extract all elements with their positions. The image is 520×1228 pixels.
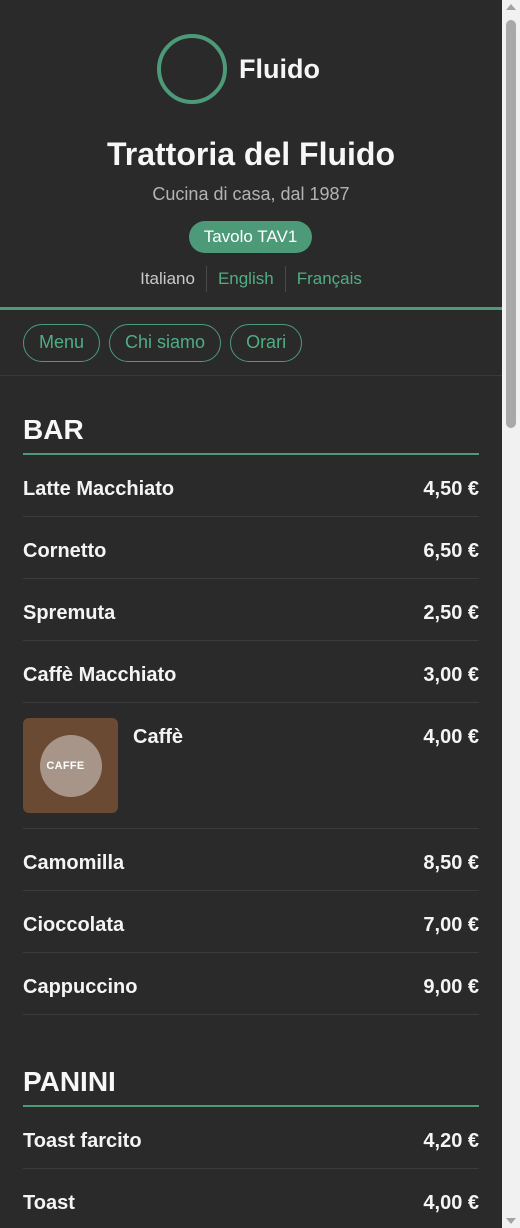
item-price: 3,00 €: [423, 664, 479, 686]
brand-name: Fluido: [239, 53, 320, 84]
vertical-scrollbar[interactable]: [502, 0, 520, 1228]
item-price: 8,50 €: [423, 852, 479, 874]
lang-italiano[interactable]: Italiano: [129, 266, 206, 292]
nav-menu-button[interactable]: Menu: [23, 323, 101, 362]
section-nav: Menu Chi siamo Orari: [0, 310, 502, 376]
item-price: 6,50 €: [423, 540, 479, 562]
logo-circle-icon: [157, 34, 227, 104]
scroll-up-arrow-icon[interactable]: [506, 4, 516, 10]
item-price: 4,50 €: [423, 478, 479, 500]
lang-francais[interactable]: Français: [284, 266, 373, 292]
restaurant-title: Trattoria del Fluido: [106, 136, 395, 172]
menu-section-panini: PANINI Toast farcito 4,20 € Toast 4,00 €: [0, 1028, 502, 1228]
menu-item[interactable]: Toast 4,00 €: [23, 1169, 479, 1228]
menu-item[interactable]: Spremuta 2,50 €: [23, 579, 479, 641]
item-name: Latte Macchiato: [23, 478, 175, 500]
menu-item[interactable]: Cioccolata 7,00 €: [23, 891, 479, 953]
menu-item[interactable]: CAFFE Caffè 4,00 €: [23, 703, 479, 829]
brand-logo: Fluido: [157, 34, 320, 104]
item-name: Toast farcito: [23, 1130, 142, 1152]
item-photo[interactable]: CAFFE: [23, 718, 118, 813]
language-switcher: Italiano English Français: [0, 266, 502, 292]
section-title: PANINI: [23, 1028, 479, 1107]
item-name: Caffè: [133, 726, 184, 748]
menu-item[interactable]: Caffè Macchiato 3,00 €: [23, 641, 479, 703]
item-name: Toast: [23, 1192, 75, 1214]
item-price: 7,00 €: [423, 914, 479, 936]
table-badge: Tavolo TAV1: [189, 221, 312, 253]
nav-orari-button[interactable]: Orari: [230, 323, 303, 362]
item-price: 2,50 €: [423, 602, 479, 624]
item-name: Spremuta: [23, 602, 116, 624]
restaurant-subtitle: Cucina di casa, dal 1987: [152, 184, 350, 204]
menu-item[interactable]: Toast farcito 4,20 €: [23, 1107, 479, 1169]
menu-item[interactable]: Camomilla 8,50 €: [23, 829, 479, 891]
item-name: Caffè Macchiato: [23, 664, 177, 686]
item-price: 4,00 €: [423, 726, 479, 748]
menu-item[interactable]: Cappuccino 9,00 €: [23, 953, 479, 1015]
scroll-thumb[interactable]: [506, 20, 516, 428]
item-name: Cioccolata: [23, 914, 125, 936]
menu-section-bar: BAR Latte Macchiato 4,50 € Cornetto 6,50…: [0, 376, 502, 1015]
item-price: 4,20 €: [423, 1130, 479, 1152]
item-name: Cappuccino: [23, 976, 138, 998]
item-price: 9,00 €: [423, 976, 479, 998]
item-name: Camomilla: [23, 852, 125, 874]
item-name: Cornetto: [23, 540, 107, 562]
menu-item[interactable]: Cornetto 6,50 €: [23, 517, 479, 579]
restaurant-header: Fluido Trattoria del Fluido Cucina di ca…: [0, 0, 502, 310]
page: Fluido Trattoria del Fluido Cucina di ca…: [0, 0, 502, 1228]
scroll-down-arrow-icon[interactable]: [506, 1218, 516, 1224]
nav-chi-siamo-button[interactable]: Chi siamo: [109, 323, 222, 362]
section-title: BAR: [23, 376, 479, 455]
item-left: CAFFE Caffè: [23, 718, 183, 813]
menu-item[interactable]: Latte Macchiato 4,50 €: [23, 455, 479, 517]
photo-label: CAFFE: [46, 759, 85, 772]
lang-english[interactable]: English: [205, 266, 285, 292]
item-price: 4,00 €: [423, 1192, 479, 1214]
